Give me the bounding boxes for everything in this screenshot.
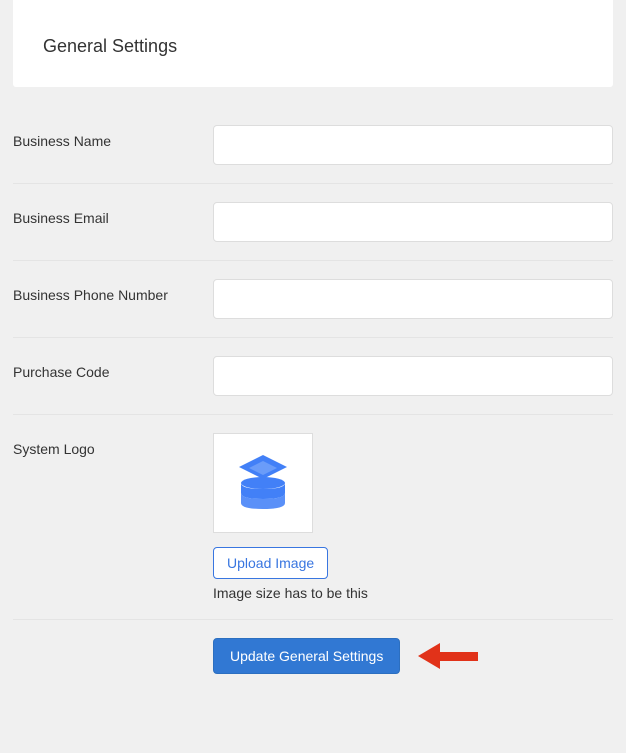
upload-image-button[interactable]: Upload Image [213, 547, 328, 579]
settings-form: Business Name Business Email Business Ph… [0, 87, 626, 692]
purchase-code-label: Purchase Code [13, 356, 213, 380]
business-email-label: Business Email [13, 202, 213, 226]
business-phone-label: Business Phone Number [13, 279, 213, 303]
logo-preview [213, 433, 313, 533]
business-email-input[interactable] [213, 202, 613, 242]
annotation-arrow-icon [418, 643, 478, 669]
business-name-input[interactable] [213, 125, 613, 165]
business-email-row: Business Email [13, 184, 613, 261]
settings-header: General Settings [13, 0, 613, 87]
business-name-row: Business Name [13, 107, 613, 184]
logo-help-text: Image size has to be this [213, 585, 613, 601]
system-logo-row: System Logo Upload Image Ima [13, 415, 613, 619]
purchase-code-input[interactable] [213, 356, 613, 396]
submit-row: Update General Settings [13, 620, 613, 692]
purchase-code-row: Purchase Code [13, 338, 613, 415]
graduation-book-icon [231, 449, 295, 518]
update-settings-button[interactable]: Update General Settings [213, 638, 400, 674]
page-title: General Settings [43, 36, 583, 57]
business-phone-input[interactable] [213, 279, 613, 319]
business-phone-row: Business Phone Number [13, 261, 613, 338]
business-name-label: Business Name [13, 125, 213, 149]
system-logo-label: System Logo [13, 433, 213, 457]
